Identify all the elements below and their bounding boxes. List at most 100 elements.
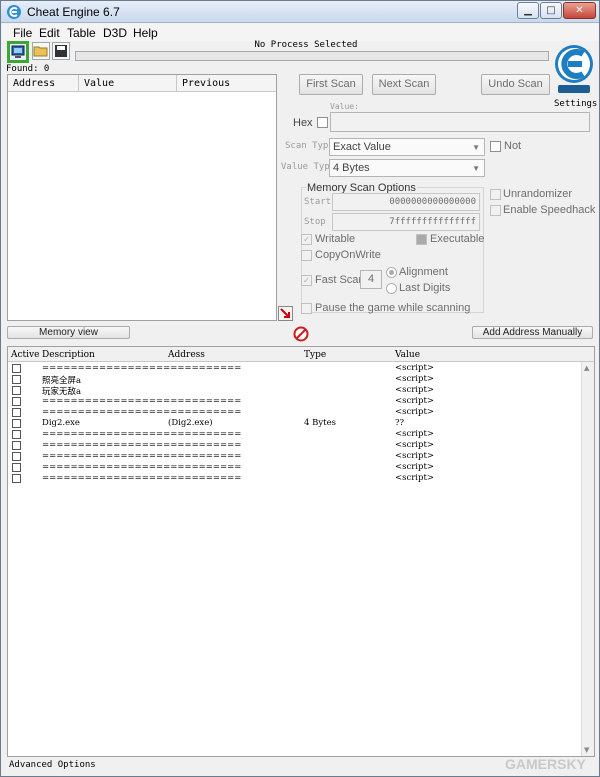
found-count: Found: 0 <box>6 64 50 74</box>
active-checkbox[interactable] <box>12 408 21 417</box>
result-list-header: Address Value Previous <box>8 75 276 92</box>
open-process-button[interactable] <box>7 41 29 63</box>
open-file-button[interactable] <box>32 42 50 60</box>
active-checkbox[interactable] <box>12 386 21 395</box>
row-description: ============================ <box>42 429 242 439</box>
add-address-manually-button[interactable]: Add Address Manually <box>472 326 593 339</box>
column-value[interactable]: Value <box>395 350 420 360</box>
start-address-input[interactable]: 0000000000000000 <box>332 193 480 211</box>
menu-bar: File Edit Table D3D Help <box>2 24 599 41</box>
value-type-select[interactable]: 4 Bytes ▼ <box>329 159 485 177</box>
column-previous[interactable]: Previous <box>182 78 230 89</box>
column-type[interactable]: Type <box>304 350 326 360</box>
undo-scan-button[interactable]: Undo Scan <box>481 74 550 95</box>
row-description: Dig2.exe <box>42 418 80 428</box>
table-row[interactable]: 照亮全屏a <script> <box>8 374 581 386</box>
active-checkbox[interactable] <box>12 397 21 406</box>
menu-d3d[interactable]: D3D <box>103 26 127 40</box>
table-row[interactable]: ============================ <script> <box>8 407 581 419</box>
active-checkbox[interactable] <box>12 430 21 439</box>
watermark: GAMERSKY <box>505 756 586 772</box>
arrow-down-right-icon <box>280 308 290 318</box>
speedhack-label: Enable Speedhack <box>503 204 596 216</box>
row-value: <script> <box>395 396 435 406</box>
copy-on-write-label: CopyOnWrite <box>315 249 381 261</box>
menu-edit[interactable]: Edit <box>39 26 60 40</box>
column-active[interactable]: Active <box>11 350 39 360</box>
process-label: No Process Selected <box>254 40 358 50</box>
title-bar[interactable]: Cheat Engine 6.7 ▁ □ ✕ <box>1 1 599 23</box>
memory-view-button[interactable]: Memory view <box>7 326 130 339</box>
last-digits-radio[interactable] <box>386 283 397 294</box>
row-value: ?? <box>395 418 405 428</box>
column-divider <box>176 75 177 92</box>
row-description: ============================ <box>42 396 242 406</box>
alignment-label: Alignment <box>399 266 448 278</box>
active-checkbox[interactable] <box>12 463 21 472</box>
table-row[interactable]: ============================ <script> <box>8 473 581 485</box>
copy-to-list-button[interactable] <box>278 306 293 321</box>
executable-checkbox[interactable] <box>416 234 427 245</box>
pause-game-checkbox[interactable] <box>301 303 312 314</box>
active-checkbox[interactable] <box>12 419 21 428</box>
menu-help[interactable]: Help <box>133 26 158 40</box>
value-input[interactable] <box>330 112 590 132</box>
cheat-engine-logo[interactable] <box>553 39 595 97</box>
active-checkbox[interactable] <box>12 364 21 373</box>
next-scan-button[interactable]: Next Scan <box>372 74 436 95</box>
menu-file[interactable]: File <box>13 26 32 40</box>
active-checkbox[interactable] <box>12 452 21 461</box>
minimize-button[interactable]: ▁ <box>517 2 539 19</box>
row-description: ============================ <box>42 451 242 461</box>
column-value[interactable]: Value <box>84 78 114 89</box>
copy-on-write-checkbox[interactable] <box>301 250 312 261</box>
writable-label: Writable <box>315 233 356 245</box>
address-list-header: Active Description Address Type Value <box>8 347 594 362</box>
value-label: Value: <box>330 102 359 111</box>
settings-link[interactable]: Settings <box>554 99 597 109</box>
column-address[interactable]: Address <box>168 350 205 360</box>
value-type-value: 4 Bytes <box>333 162 370 174</box>
menu-table[interactable]: Table <box>67 26 96 40</box>
fast-scan-checkbox[interactable]: ✓ <box>301 275 312 286</box>
save-button[interactable] <box>52 42 70 60</box>
stop-address-input[interactable]: 7fffffffffffffff <box>332 213 480 231</box>
first-scan-button[interactable]: First Scan <box>299 74 363 95</box>
advanced-options-link[interactable]: Advanced Options <box>9 760 96 770</box>
clear-list-button[interactable] <box>293 326 309 342</box>
column-divider <box>78 75 79 92</box>
writable-checkbox[interactable]: ✓ <box>301 234 312 245</box>
alignment-radio[interactable] <box>386 267 397 278</box>
active-checkbox[interactable] <box>12 441 21 450</box>
row-description: ============================ <box>42 473 242 483</box>
scan-result-list[interactable]: Address Value Previous <box>7 74 277 321</box>
hex-checkbox[interactable] <box>317 117 328 128</box>
row-value: <script> <box>395 385 435 395</box>
active-checkbox[interactable] <box>12 375 21 384</box>
active-checkbox[interactable] <box>12 474 21 483</box>
main-window: Cheat Engine 6.7 ▁ □ ✕ File Edit Table D… <box>0 0 600 777</box>
last-digits-label: Last Digits <box>399 282 451 294</box>
unrandomizer-checkbox[interactable] <box>490 189 501 200</box>
scroll-up-icon[interactable]: ▲ <box>584 364 589 372</box>
start-label: Start <box>304 197 332 207</box>
maximize-button[interactable]: □ <box>540 2 562 19</box>
row-description: ============================ <box>42 440 242 450</box>
fast-scan-alignment-input[interactable]: 4 <box>360 270 382 289</box>
address-list-scrollbar[interactable]: ▲ ▼ <box>581 362 594 756</box>
computer-icon <box>11 45 25 58</box>
table-row[interactable]: ============================ <script> <box>8 363 581 375</box>
row-description: ============================ <box>42 462 242 472</box>
scroll-down-icon[interactable]: ▼ <box>584 746 589 754</box>
column-description[interactable]: Description <box>42 350 95 360</box>
speedhack-checkbox[interactable] <box>490 205 501 216</box>
scan-type-select[interactable]: Exact Value ▼ <box>329 138 485 156</box>
row-description: ============================ <box>42 407 242 417</box>
not-checkbox[interactable] <box>490 141 501 152</box>
column-address[interactable]: Address <box>13 78 55 89</box>
row-value: <script> <box>395 473 435 483</box>
chevron-down-icon: ▼ <box>472 164 480 173</box>
address-list[interactable]: Active Description Address Type Value ==… <box>7 346 595 757</box>
row-value: <script> <box>395 462 435 472</box>
close-button[interactable]: ✕ <box>563 2 596 19</box>
